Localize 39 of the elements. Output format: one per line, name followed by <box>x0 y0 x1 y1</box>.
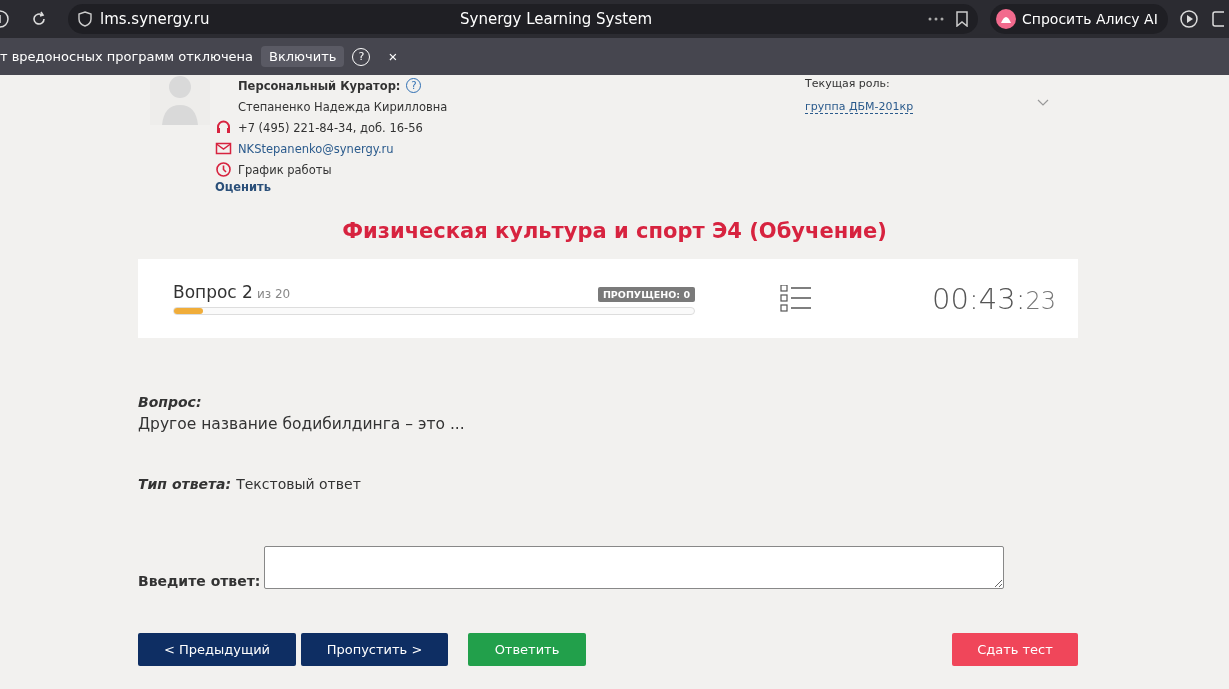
curator-heading: Персональный Куратор: <box>238 78 401 93</box>
alice-icon <box>996 9 1016 29</box>
question-text: Другое название бодибилдинга – это ... <box>138 415 466 433</box>
play-icon[interactable] <box>1179 9 1200 29</box>
finish-button[interactable]: Сдать тест <box>952 633 1078 666</box>
close-button[interactable]: × <box>388 48 398 65</box>
rate-link[interactable]: Оценить <box>215 180 272 194</box>
ask-alice-button[interactable]: Спросить Алису AI <box>990 4 1168 34</box>
notice-text: т вредоносных программ отключена <box>0 49 254 64</box>
schedule-text[interactable]: График работы <box>238 162 332 177</box>
answer-type-value: Текстовый ответ <box>236 476 361 492</box>
shield-icon <box>78 11 92 27</box>
answer-field[interactable] <box>264 546 1005 589</box>
page-title: Synergy Learning System <box>459 10 654 28</box>
question-number: Вопрос 2 <box>173 282 253 302</box>
question-list-icon[interactable] <box>780 284 812 313</box>
question-total: из 20 <box>256 287 291 301</box>
answer-label: Введите ответ: <box>138 573 261 589</box>
question-label: Вопрос: <box>138 394 203 410</box>
mail-icon <box>215 140 232 157</box>
phone-text: +7 (495) 221-84-34, доб. 16-56 <box>238 120 423 135</box>
address-bar[interactable]: lms.synergy.ru Synergy Learning System <box>68 4 978 34</box>
skipped-badge: ПРОПУЩЕНО: 0 <box>597 287 695 302</box>
nav-button[interactable]: Пропустить > <box>301 633 448 666</box>
nav-button[interactable]: < Предыдущий <box>138 633 296 666</box>
timer: 00:43:23 <box>932 281 1056 316</box>
role-label: Текущая роль: <box>805 77 891 90</box>
reload-icon[interactable] <box>30 10 48 28</box>
answer-type-label: Тип ответа: <box>138 476 232 492</box>
email-link[interactable]: NKStepanenko@synergy.ru <box>238 141 394 156</box>
bookmark-icon[interactable] <box>956 11 968 27</box>
more-icon[interactable] <box>928 17 944 21</box>
url-text: lms.synergy.ru <box>100 10 211 28</box>
role-select[interactable]: группа ДБМ-201кр <box>805 100 914 114</box>
clock-icon <box>215 161 232 178</box>
headset-icon <box>215 119 232 136</box>
curator-name: Степаненко Надежда Кирилловна <box>238 99 448 114</box>
enable-button[interactable]: Включить <box>261 46 345 67</box>
course-title: Физическая культура и спорт Э4 (Обучение) <box>342 219 887 243</box>
